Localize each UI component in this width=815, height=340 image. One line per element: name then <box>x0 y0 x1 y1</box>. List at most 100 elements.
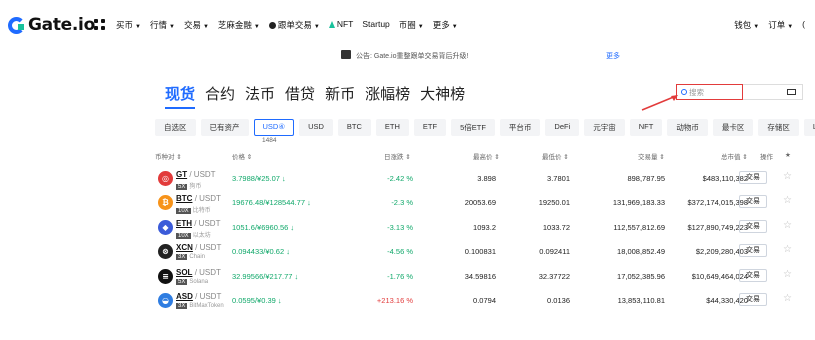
coin-symbol[interactable]: SOL <box>176 268 192 277</box>
caret-down-icon: ▼ <box>135 24 141 30</box>
keyboard-icon[interactable] <box>787 89 796 95</box>
caret-down-icon: ▼ <box>313 24 320 30</box>
quote-currency: / USDT <box>195 243 222 252</box>
coin-icon: ◒ <box>158 293 173 308</box>
pair-name[interactable]: SOL / USDT <box>176 268 221 277</box>
nav-item-finance[interactable]: 芝麻金融 ▼ <box>218 19 260 31</box>
nav-item-markets[interactable]: 行情 ▼ <box>150 19 175 31</box>
favorite-star-icon[interactable]: ☆ <box>783 244 792 255</box>
favorite-star-icon[interactable]: ☆ <box>783 293 792 304</box>
coin-symbol[interactable]: ASD <box>176 292 193 301</box>
price-value: 0.094433/¥0.62 ↓ <box>232 247 290 256</box>
nav-item-copy-trading[interactable]: 跟单交易 ▼ <box>268 19 320 31</box>
nav-item-more[interactable]: 更多 ▼ <box>433 19 458 31</box>
nav-item-trade[interactable]: 交易 ▼ <box>184 19 209 31</box>
tab-fiat[interactable]: 法币 <box>245 83 275 109</box>
tab-lending[interactable]: 借贷 <box>285 83 315 109</box>
tab-spot[interactable]: 现货 <box>165 83 196 109</box>
filter-animal-coins[interactable]: 动物币 <box>667 119 708 136</box>
nav-wallet[interactable]: 钱包 ▼ <box>734 19 759 31</box>
leverage-badge: 3X <box>176 303 188 309</box>
coin-symbol[interactable]: BTC <box>176 194 192 203</box>
leverage-badge: 10X <box>176 208 191 214</box>
daily-change: -3.13 % <box>387 223 413 232</box>
tab-gainers[interactable]: 涨幅榜 <box>365 83 410 109</box>
filter-layer2[interactable]: Layer2 <box>803 119 815 136</box>
filter-eth[interactable]: ETH <box>375 119 409 136</box>
filter-storage[interactable]: 存储区 <box>758 119 799 136</box>
tab-futures[interactable]: 合约 <box>205 83 235 109</box>
coin-symbol[interactable]: GT <box>176 170 187 179</box>
filter-nft[interactable]: NFT <box>629 119 663 136</box>
col-market-cap[interactable]: 总市值 ⇕ <box>721 151 748 161</box>
favorite-star-icon[interactable]: ☆ <box>783 171 792 182</box>
table-row[interactable]: ⊗ XCN / USDT 3X Chain 0.094433/¥0.62 ↓ -4.56 … <box>155 239 800 263</box>
filter-5x-etf[interactable]: 5倍ETF <box>451 119 495 136</box>
gate-logo[interactable]: Gate.io <box>8 14 95 36</box>
filter-platform-coins[interactable]: 平台币 <box>499 119 541 136</box>
filter-holdings[interactable]: 已有资产 <box>200 119 249 136</box>
filter-usdt[interactable]: USD④ <box>253 119 295 136</box>
col-change[interactable]: 日涨跌 ⇕ <box>384 151 411 161</box>
leverage-info: 5X 狗币 <box>176 181 201 190</box>
nav-orders[interactable]: 订单 ▼ <box>768 19 793 31</box>
col-low[interactable]: 最低价 ⇕ <box>542 151 569 161</box>
pair-name[interactable]: ASD / USDT <box>176 292 221 301</box>
caret-down-icon: ▼ <box>787 24 794 30</box>
gate-logo-icon <box>8 16 25 34</box>
search-input[interactable]: 搜索 <box>676 84 743 100</box>
coin-symbol[interactable]: XCN <box>176 243 193 252</box>
table-row[interactable]: ₿ BTC / USDT 10X 比特币 19676.48/¥128544.77 ↓ -2… <box>155 190 800 214</box>
filter-chips: 自选区 已有资产 USD④ USD BTC ETH ETF 5倍ETF 平台币 … <box>155 119 815 136</box>
coin-subname: Solana <box>189 279 209 285</box>
favorite-star-icon[interactable]: ☆ <box>783 269 792 280</box>
trade-button[interactable]: 交易 <box>739 293 767 306</box>
filter-card-zone[interactable]: 最卡区 <box>712 119 754 136</box>
favorite-star-icon[interactable]: ☆ <box>783 195 792 206</box>
pair-name[interactable]: GT / USDT <box>176 170 216 179</box>
coin-symbol[interactable]: ETH <box>176 219 192 228</box>
high-price: 3.898 <box>477 174 496 183</box>
filter-defi[interactable]: DeFi <box>545 119 580 136</box>
filter-etf[interactable]: ETF <box>413 119 447 136</box>
announcement-more-link[interactable]: 更多 <box>606 51 620 61</box>
pair-name[interactable]: XCN / USDT <box>176 243 221 252</box>
coin-icon: ◆ <box>158 220 173 235</box>
table-row[interactable]: ◒ ASD / USDT 3X BitMaxToken 0.0595/¥0.39 ↓ +2… <box>155 288 800 312</box>
favorite-star-icon[interactable]: ☆ <box>783 220 792 231</box>
nav-item-buy-crypto[interactable]: 买币 ▼ <box>116 19 141 31</box>
col-pair[interactable]: 币种对 ⇕ <box>155 151 182 161</box>
tab-top-traders[interactable]: 大神榜 <box>420 83 465 109</box>
trade-button[interactable]: 交易 <box>739 269 767 282</box>
col-favorite-icon: ★ <box>785 152 791 159</box>
col-price[interactable]: 价格 ⇕ <box>232 151 252 161</box>
tab-new-coins[interactable]: 新币 <box>325 83 355 109</box>
trade-button[interactable]: 交易 <box>739 195 767 208</box>
trade-button[interactable]: 交易 <box>739 171 767 184</box>
coin-icon: ◎ <box>158 171 173 186</box>
filter-usd[interactable]: USD <box>299 119 333 136</box>
table-header: 币种对 ⇕ 价格 ⇕ 日涨跌 ⇕ 最高价 ⇕ 最低价 ⇕ 交易量 ⇕ 总市值 ⇕… <box>155 151 800 163</box>
pair-name[interactable]: BTC / USDT <box>176 194 221 203</box>
daily-change: -4.56 % <box>387 247 413 256</box>
col-volume[interactable]: 交易量 ⇕ <box>638 151 665 161</box>
trade-button[interactable]: 交易 <box>739 244 767 257</box>
apps-grid-icon[interactable] <box>94 19 105 30</box>
filter-favorites[interactable]: 自选区 <box>155 119 196 136</box>
col-high[interactable]: 最高价 ⇕ <box>473 151 500 161</box>
nav-item-community[interactable]: 币圈 ▼ <box>399 19 424 31</box>
nav-overflow[interactable]: ( <box>802 19 805 31</box>
nav-item-nft[interactable]: NFT <box>328 19 353 31</box>
coin-subname: Chain <box>189 254 206 260</box>
table-row[interactable]: ◆ ETH / USDT 10X 以太坊 1051.6/¥6960.56 ↓ -3.13 … <box>155 215 800 239</box>
table-row[interactable]: ≡ SOL / USDT 5X Solana 32.99566/¥217.77 ↓ -1.… <box>155 264 800 288</box>
nav-item-startup[interactable]: Startup <box>362 19 389 31</box>
filter-btc[interactable]: BTC <box>337 119 371 136</box>
trade-button[interactable]: 交易 <box>739 220 767 233</box>
table-row[interactable]: ◎ GT / USDT 5X 狗币 3.7988/¥25.07 ↓ -2.42 % 3.89… <box>155 166 800 190</box>
announcement-text[interactable]: 公告: Gate.io重整跟单交易背后升级! <box>356 51 468 61</box>
daily-change: -1.76 % <box>387 272 413 281</box>
pair-name[interactable]: ETH / USDT <box>176 219 220 228</box>
leverage-info: 10X 比特币 <box>176 205 211 214</box>
filter-metaverse[interactable]: 元宇宙 <box>584 119 625 136</box>
